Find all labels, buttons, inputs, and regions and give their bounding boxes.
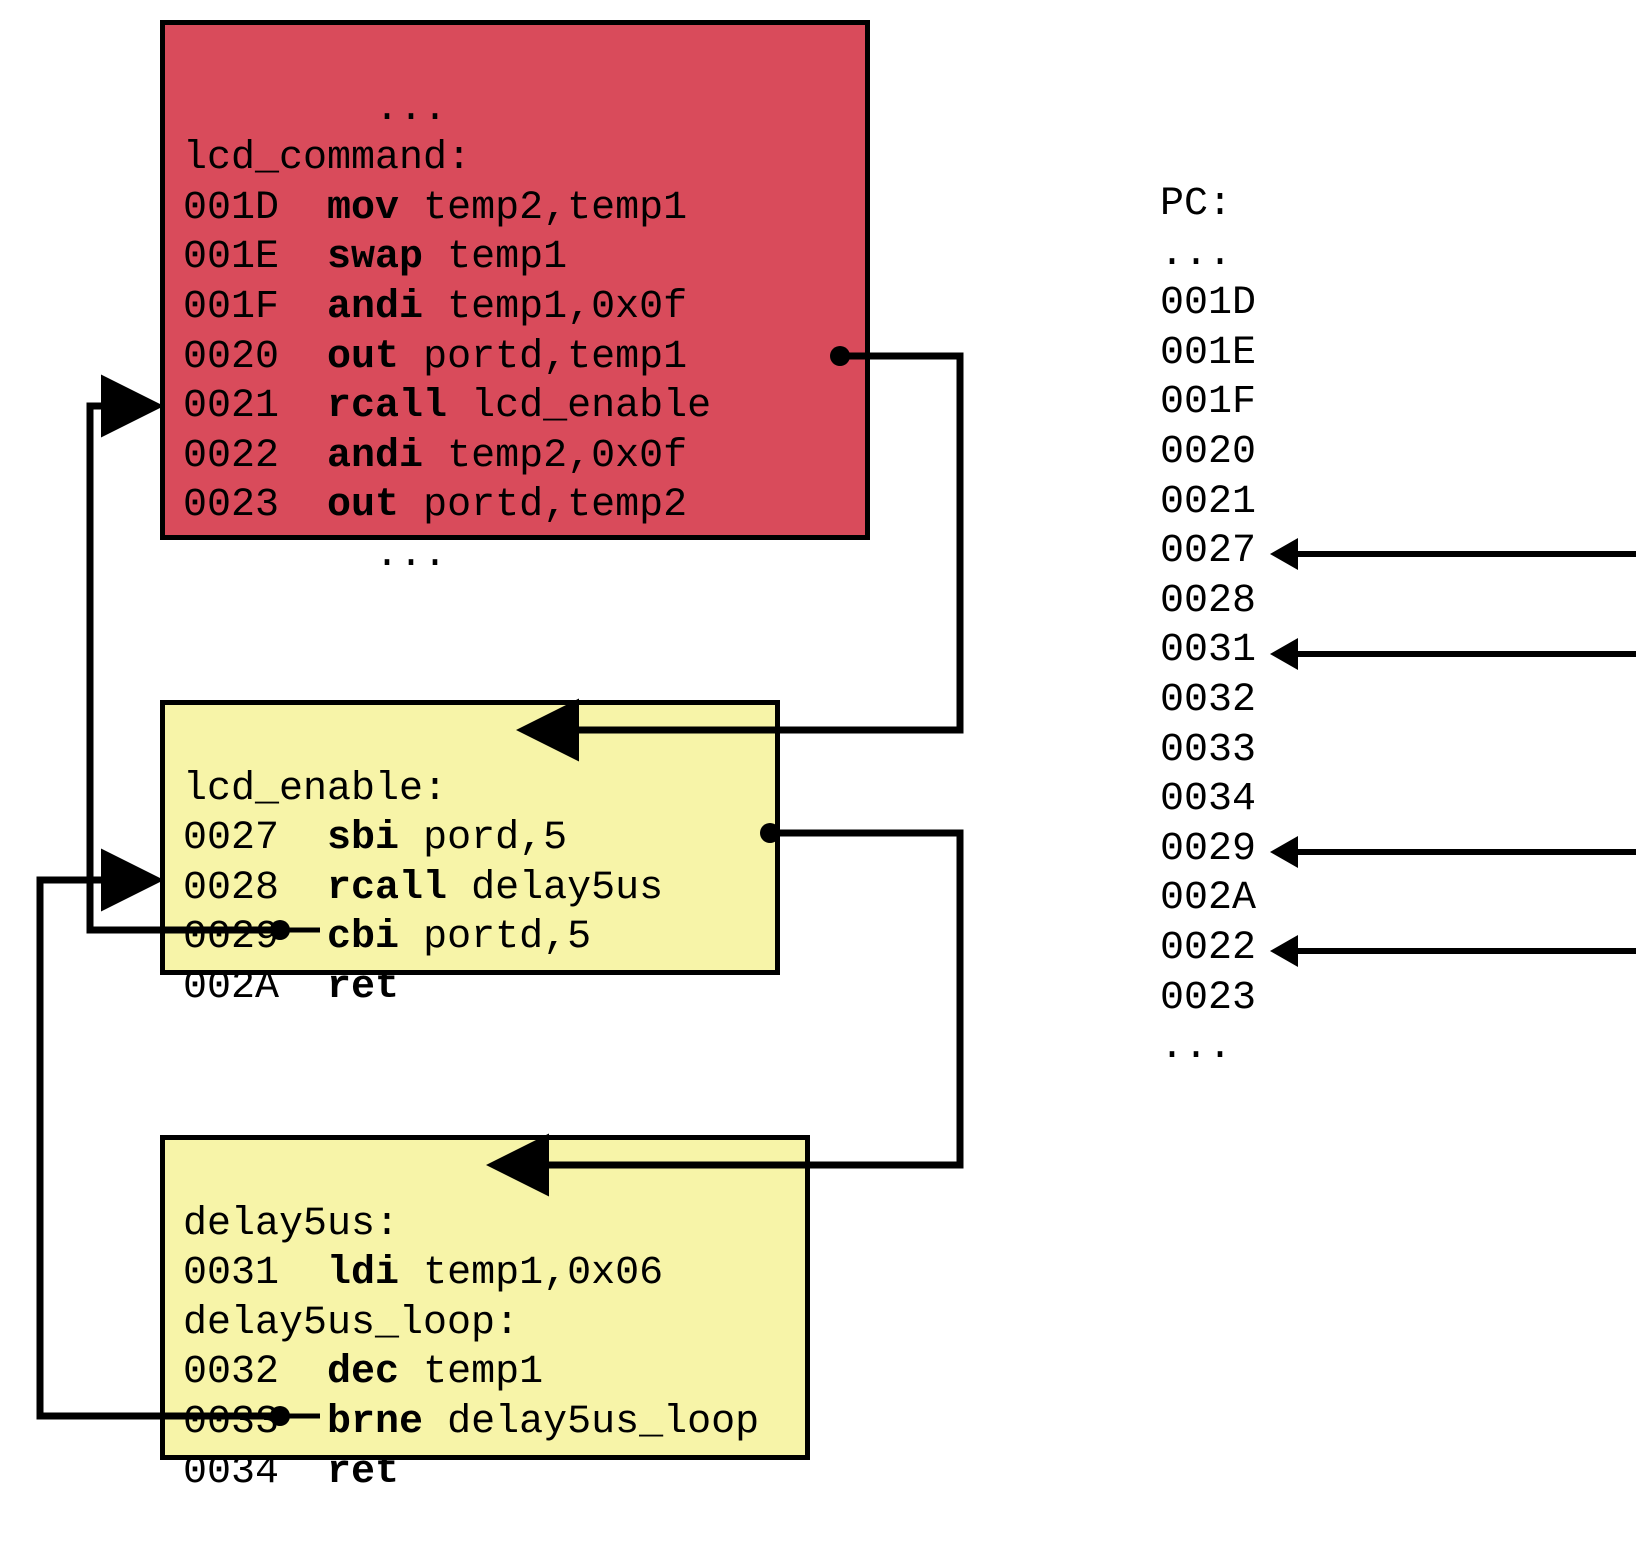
code-block-lcd-enable: lcd_enable: 0027 sbi pord,5 0028 rcall d…: [160, 700, 780, 975]
code-line: 001D mov temp2,temp1: [183, 186, 687, 231]
pc-value: 001F: [1160, 378, 1256, 428]
code-line: 0034 ret: [183, 1450, 399, 1495]
label-delay5us-loop: delay5us_loop:: [183, 1301, 519, 1346]
ellipsis: ...: [183, 87, 447, 132]
code-block-delay5us: delay5us: 0031 ldi temp1,0x06 delay5us_l…: [160, 1135, 810, 1460]
pc-value: 0034: [1160, 775, 1256, 825]
ellipsis: ...: [183, 533, 447, 578]
label-lcd-command: lcd_command:: [183, 136, 471, 181]
pc-value: 001D: [1160, 279, 1256, 329]
pc-value: 0021: [1160, 478, 1256, 528]
pc-value: 001E: [1160, 329, 1256, 379]
code-line: 0031 ldi temp1,0x06: [183, 1251, 663, 1296]
code-line: 0029 cbi portd,5: [183, 915, 591, 960]
pc-value: 0028: [1160, 577, 1256, 627]
pc-value: ...: [1160, 230, 1256, 280]
pc-value: 0027: [1160, 527, 1256, 577]
code-line: 0020 out portd,temp1: [183, 335, 687, 380]
code-line: 0032 dec temp1: [183, 1350, 543, 1395]
pc-trace-column: PC:...001D001E001F0020002100270028003100…: [1160, 180, 1256, 1073]
code-line: 0033 brne delay5us_loop: [183, 1400, 759, 1445]
code-line: 0022 andi temp2,0x0f: [183, 434, 687, 479]
code-line: 0027 sbi pord,5: [183, 816, 567, 861]
pc-value: 0023: [1160, 974, 1256, 1024]
code-line: 0023 out portd,temp2: [183, 483, 687, 528]
pc-value: 0029: [1160, 825, 1256, 875]
code-line: 0021 rcall lcd_enable: [183, 384, 711, 429]
label-delay5us: delay5us:: [183, 1202, 399, 1247]
pc-value: ...: [1160, 1023, 1256, 1073]
code-line: 002A ret: [183, 965, 399, 1010]
pc-value: 0032: [1160, 676, 1256, 726]
pc-value: 0022: [1160, 924, 1256, 974]
code-block-lcd-command: ... lcd_command: 001D mov temp2,temp1 00…: [160, 20, 870, 540]
code-line: 001E swap temp1: [183, 235, 567, 280]
pc-value: 0020: [1160, 428, 1256, 478]
label-lcd-enable: lcd_enable:: [183, 767, 447, 812]
code-line: 001F andi temp1,0x0f: [183, 285, 687, 330]
pc-value: 0031: [1160, 626, 1256, 676]
pc-header: PC:: [1160, 180, 1256, 230]
pc-value: 0033: [1160, 726, 1256, 776]
code-line: 0028 rcall delay5us: [183, 866, 663, 911]
pc-value: 002A: [1160, 874, 1256, 924]
